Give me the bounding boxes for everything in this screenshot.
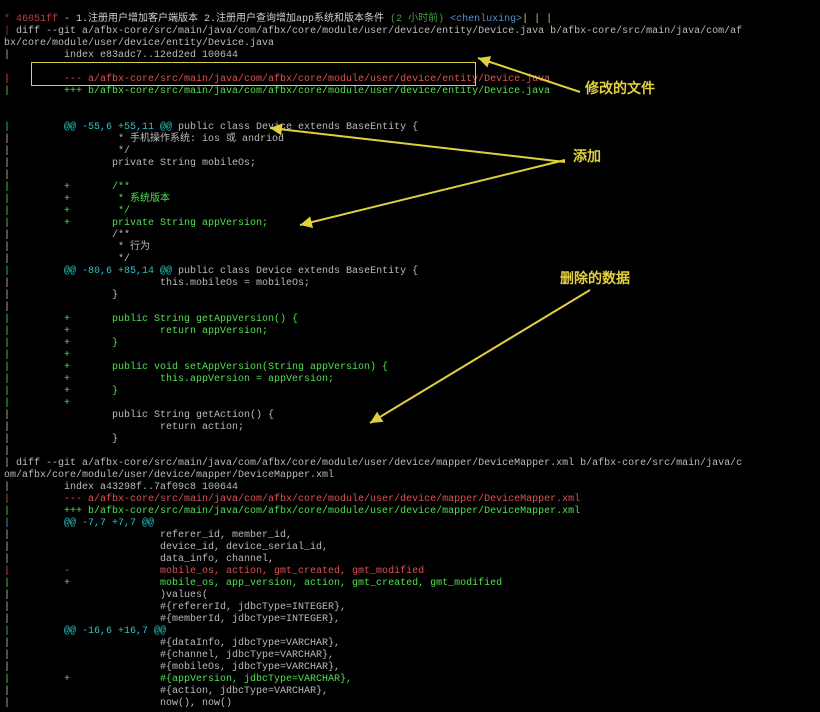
diff-line: | */	[4, 254, 130, 265]
diff-line-add: | + /**	[4, 182, 130, 193]
diff-line-add: | + */	[4, 206, 130, 217]
diff-line: | #{dataInfo, jdbcType=VARCHAR},	[4, 638, 340, 649]
diff-line: | referer_id, member_id,	[4, 530, 292, 541]
diff-line: | }	[4, 434, 118, 445]
diff-line: | * 手机操作系统: ios 或 andriod	[4, 134, 284, 145]
diff-line: |	[4, 446, 16, 457]
commit-author: <chenluxing>	[444, 14, 522, 25]
annotation-deleted: 删除的数据	[560, 272, 630, 284]
commit-time: (2 小时前)	[384, 14, 444, 25]
commit-line: * 46051ff - 1.注册用户增加客户端版本 2.注册用户查询增加app系…	[4, 14, 552, 25]
git-diff-output: * 46051ff - 1.注册用户增加客户端版本 2.注册用户查询增加app系…	[0, 0, 820, 712]
diff-line-add: | + }	[4, 386, 118, 397]
diff-line: | #{channel, jdbcType=VARCHAR},	[4, 650, 334, 661]
diff-line: | */	[4, 146, 130, 157]
diff-line: | #{mobileOs, jdbcType=VARCHAR},	[4, 662, 340, 673]
diff-line: | }	[4, 290, 118, 301]
diff-line-add: | + public void setAppVersion(String app…	[4, 362, 388, 373]
diff-line: |	[4, 302, 16, 313]
diff-line: | #{refererId, jdbcType=INTEGER},	[4, 602, 346, 613]
diff-index: | index a43298f..7af09c8 100644	[4, 482, 238, 493]
diff-line: | private String mobileOs;	[4, 158, 256, 169]
diff-line-add: | + }	[4, 338, 118, 349]
diff-line-add: | + return appVersion;	[4, 326, 268, 337]
commit-hash: 46051ff	[16, 14, 58, 25]
diff-line: | #{action, jdbcType=VARCHAR},	[4, 686, 328, 697]
diff-line-add: | +	[4, 398, 70, 409]
diff-line: | /**	[4, 230, 130, 241]
diff-line-add: | + * 系统版本	[4, 194, 170, 205]
diff-line-add: | + public String getAppVersion() {	[4, 314, 298, 325]
diff-line-add: | + this.appVersion = appVersion;	[4, 374, 334, 385]
hunk-header: | @@ -55,6 +55,11 @@ public class Device…	[4, 122, 418, 133]
diff-plus-file: | +++ b/afbx-core/src/main/java/com/afbx…	[4, 86, 550, 97]
diff-line: |	[4, 170, 16, 181]
diff-plus-file: | +++ b/afbx-core/src/main/java/com/afbx…	[4, 506, 580, 517]
diff-line: | data_info, channel,	[4, 554, 274, 565]
hunk-header: | @@ -7,7 +7,7 @@	[4, 518, 154, 529]
diff-line-add: | +	[4, 350, 70, 361]
diff-line: | #{memberId, jdbcType=INTEGER},	[4, 614, 340, 625]
graph-char: *	[4, 14, 16, 25]
diff-index: | index e83adc7..12ed2ed 100644	[4, 50, 238, 61]
commit-decoration: | | |	[522, 14, 552, 25]
hunk-header: | @@ -16,6 +16,7 @@	[4, 626, 166, 637]
diff-line: | return action;	[4, 422, 244, 433]
diff-cmd: | diff --git a/afbx-core/src/main/java/c…	[4, 458, 742, 469]
diff-line-add: | + #{appVersion, jdbcType=VARCHAR},	[4, 674, 352, 685]
diff-cmd-wrap: om/afbx/core/module/user/device/mapper/D…	[4, 470, 334, 481]
diff-cmd-wrap: bx/core/module/user/device/entity/Device…	[4, 38, 274, 49]
diff-line: | )values(	[4, 590, 208, 601]
diff-line: | device_id, device_serial_id,	[4, 542, 328, 553]
annotation-added: 添加	[573, 150, 601, 162]
diff-cmd: | diff --git a/afbx-core/src/main/java/c…	[4, 26, 742, 37]
annotation-modified-file: 修改的文件	[585, 82, 655, 94]
diff-line-add: | + mobile_os, app_version, action, gmt_…	[4, 578, 502, 589]
diff-line: | public String getAction() {	[4, 410, 274, 421]
hunk-header: | @@ -80,6 +85,14 @@ public class Device…	[4, 266, 418, 277]
file-header-box: | --- a/afbx-core/src/main/java/com/afbx…	[4, 62, 816, 110]
diff-line-del: | - mobile_os, action, gmt_created, gmt_…	[4, 566, 424, 577]
diff-line: | * 行为	[4, 242, 150, 253]
diff-minus-file: | --- a/afbx-core/src/main/java/com/afbx…	[4, 74, 550, 85]
diff-line: | this.mobileOs = mobileOs;	[4, 278, 310, 289]
commit-subject: 1.注册用户增加客户端版本 2.注册用户查询增加app系统和版本条件	[76, 14, 384, 25]
diff-line: | now(), now()	[4, 698, 232, 709]
diff-line-add: | + private String appVersion;	[4, 218, 268, 229]
